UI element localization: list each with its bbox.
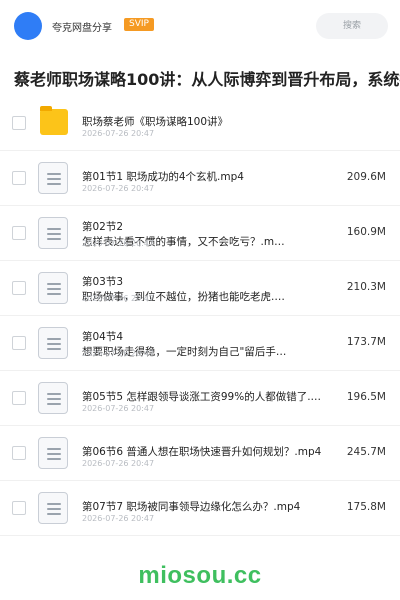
file-date: 2026-07-26 20:47 [82,294,155,303]
file-name-line1: 第02节2 [82,221,124,233]
document-icon [38,492,70,524]
file-size: 175.8M [346,501,386,513]
file-name: 第05节5 怎样跟领导谈涨工资99%的人都做错了.… [82,391,322,403]
checkbox[interactable] [12,336,26,350]
checkbox[interactable] [12,446,26,460]
folder-icon [38,106,70,139]
user-name[interactable]: 夸克网盘分享 [52,19,112,34]
file-date: 2026-07-26 20:47 [82,184,155,193]
checkbox[interactable] [12,171,26,185]
file-size: 245.7M [346,446,386,458]
file-name: 第07节7 职场被同事领导边缘化怎么办？.mp4 [82,501,301,513]
list-item[interactable]: 第05节5 怎样跟领导谈涨工资99%的人都做错了.… 2026-07-26 20… [0,371,400,426]
file-date: 2026-07-26 20:47 [82,514,155,523]
file-date: 2026-07-26 20:47 [82,129,155,138]
file-date: 2026-07-26 20:47 [82,239,155,248]
file-name: 第01节1 职场成功的4个玄机.mp4 [82,171,244,183]
file-size: 210.3M [346,281,386,293]
list-item[interactable]: 第03节3 职场做事，到位不越位，扮猪也能吃老虎.… 2026-07-26 20:… [0,261,400,316]
checkbox[interactable] [12,391,26,405]
list-item[interactable]: 第02节2 怎样表达看不惯的事情，又不会吃亏？.m… 2026-07-26 20:… [0,206,400,261]
folder-title-text: 蔡老师职场谋略100讲：从人际博弈到晋升布局，系统拆解 [14,70,400,89]
file-name: 职场蔡老师《职场谋略100讲》 [82,116,229,128]
document-icon [38,327,70,359]
list-item[interactable]: 第01节1 职场成功的4个玄机.mp4 2026-07-26 20:47 209… [0,151,400,206]
file-name-line1: 第04节4 [82,331,124,343]
document-icon [38,162,70,194]
checkbox[interactable] [12,281,26,295]
folder-title: 蔡老师职场谋略100讲：从人际博弈到晋升布局，系统拆解100 [14,66,400,90]
list-item[interactable]: 职场蔡老师《职场谋略100讲》 2026-07-26 20:47 [0,96,400,151]
list-item[interactable]: 第07节7 职场被同事领导边缘化怎么办？.mp4 2026-07-26 20:4… [0,481,400,536]
document-icon [38,217,70,249]
file-date: 2026-07-26 20:47 [82,459,155,468]
file-size: 209.6M [346,171,386,183]
file-list: 职场蔡老师《职场谋略100讲》 2026-07-26 20:47 第01节1 职… [0,96,400,536]
list-item[interactable]: 第04节4 想要职场走得稳，一定时刻为自己"留后手… 2026-07-26 20:… [0,316,400,371]
file-size: 173.7M [346,336,386,348]
file-size: 196.5M [346,391,386,403]
top-bar: 夸克网盘分享 SVIP 搜索 [0,0,400,52]
watermark: miosou.cc [138,562,262,589]
list-item[interactable]: 第06节6 普通人想在职场快速晋升如何规划？.mp4 2026-07-26 20… [0,426,400,481]
avatar[interactable] [14,12,42,40]
svip-badge: SVIP [124,18,154,31]
file-name: 第06节6 普通人想在职场快速晋升如何规划？.mp4 [82,446,322,458]
checkbox[interactable] [12,116,26,130]
document-icon [38,382,70,414]
file-size: 160.9M [346,226,386,238]
document-icon [38,272,70,304]
file-name-line1: 第03节3 [82,276,124,288]
checkbox[interactable] [12,226,26,240]
file-date: 2026-07-26 20:47 [82,349,155,358]
search-input[interactable]: 搜索 [316,13,388,39]
file-date: 2026-07-26 20:47 [82,404,155,413]
document-icon [38,437,70,469]
checkbox[interactable] [12,501,26,515]
